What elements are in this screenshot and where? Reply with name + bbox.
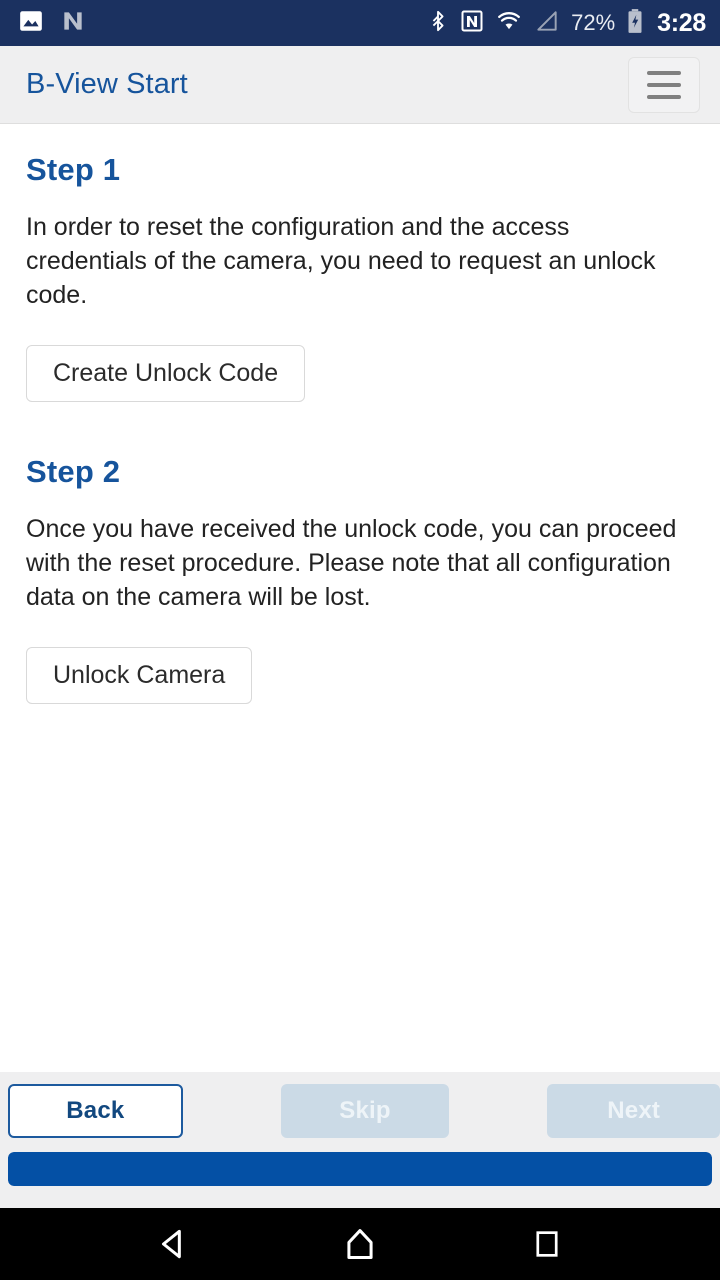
wizard-nav-row: Back Skip Next: [0, 1080, 720, 1142]
wizard-progress-bar: [8, 1152, 712, 1186]
create-unlock-code-button[interactable]: Create Unlock Code: [26, 345, 306, 402]
android-status-bar: 72% 3:28: [0, 0, 720, 46]
status-bar-right-icons: 72% 3:28: [427, 8, 706, 39]
hamburger-menu-button[interactable]: [628, 56, 700, 113]
home-icon[interactable]: [332, 1216, 388, 1272]
step-1-body-text: In order to reset the configuration and …: [26, 213, 656, 309]
nfc-icon: [460, 8, 484, 39]
step-2-body-text: Once you have received the unlock code, …: [26, 515, 677, 611]
step-2-section: Step 2 Once you have received the unlock…: [26, 454, 694, 704]
signal-icon: [534, 8, 560, 39]
bluetooth-icon: [427, 8, 449, 39]
battery-percent-label: 72%: [571, 10, 616, 35]
step-1-section: Step 1 In order to reset the configurati…: [26, 152, 694, 402]
phone-screen: 72% 3:28 B-View Start Step 1 In order to…: [0, 0, 720, 1280]
square-recents-icon[interactable]: [519, 1216, 575, 1272]
footer-bottom-spacer: [0, 1186, 720, 1208]
battery-charging-icon: [626, 8, 644, 39]
next-button: Next: [547, 1084, 720, 1138]
hamburger-menu-icon: [647, 70, 681, 75]
hamburger-menu-icon-bar-2: [647, 82, 681, 87]
step-1-heading: Step 1: [26, 152, 121, 187]
wifi-icon: [495, 8, 523, 39]
hamburger-menu-icon-bar-3: [647, 94, 681, 99]
triangle-back-icon[interactable]: [145, 1216, 201, 1272]
app-bar: B-View Start: [0, 46, 720, 124]
android-navigation-bar: [0, 1208, 720, 1280]
skip-button: Skip: [280, 1084, 450, 1138]
main-content: Step 1 In order to reset the configurati…: [0, 124, 720, 1072]
step-2-heading: Step 2: [26, 454, 121, 489]
nfc-n-icon: [60, 8, 86, 39]
image-icon: [18, 8, 44, 39]
back-button[interactable]: Back: [8, 1084, 183, 1138]
status-bar-clock: 3:28: [657, 8, 706, 37]
unlock-camera-button[interactable]: Unlock Camera: [26, 647, 253, 704]
wizard-footer: Back Skip Next: [0, 1072, 720, 1208]
status-bar-left-icons: [18, 8, 86, 39]
page-title: B-View Start: [26, 68, 188, 100]
wizard-progress-fill: [8, 1152, 712, 1186]
